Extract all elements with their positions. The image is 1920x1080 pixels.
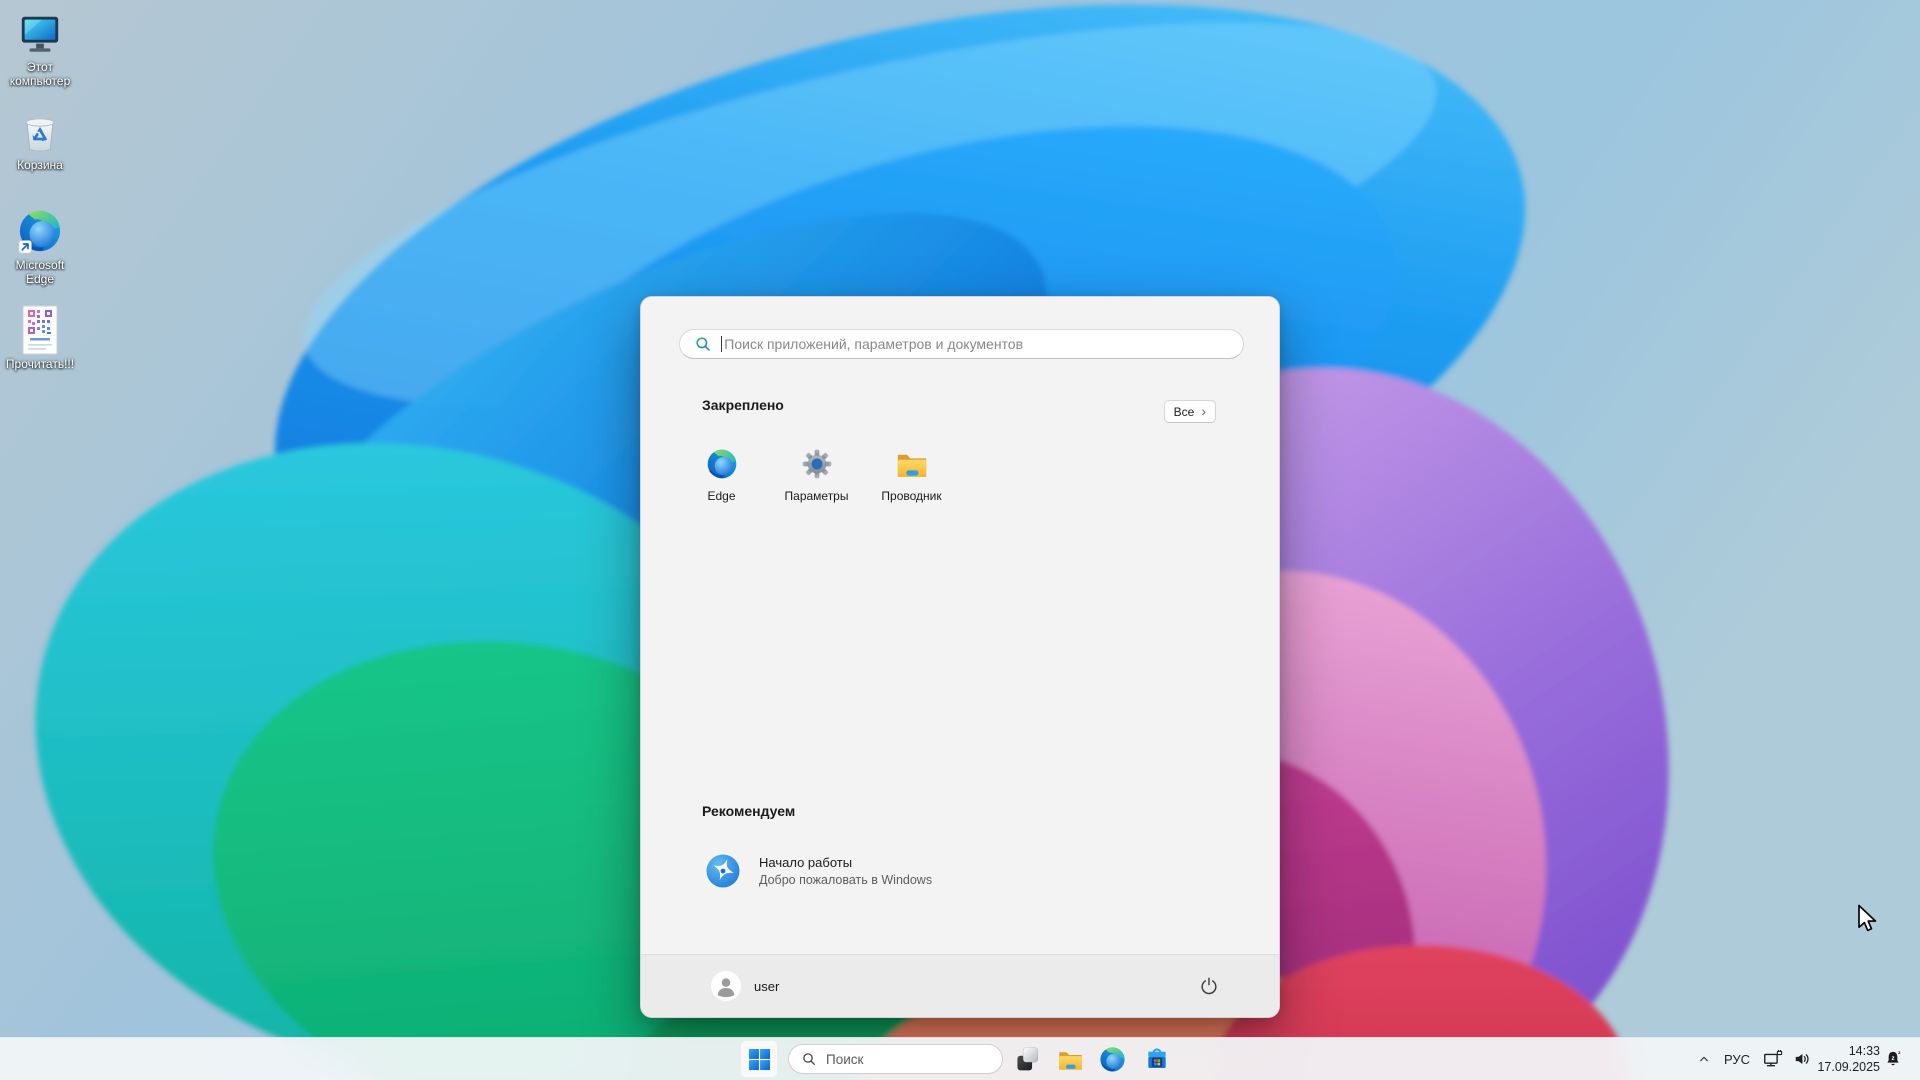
- pinned-app-label: Проводник: [881, 489, 941, 503]
- language-indicator[interactable]: РУС: [1718, 1041, 1756, 1077]
- this-pc-icon: [2, 6, 78, 58]
- pinned-app-settings[interactable]: Параметры: [769, 437, 864, 521]
- pinned-section-title: Закреплено: [702, 397, 784, 413]
- start-search-placeholder: Поиск приложений, параметров и документо…: [724, 336, 1023, 352]
- start-search-input[interactable]: Поиск приложений, параметров и документо…: [679, 329, 1244, 359]
- task-view-icon: [1015, 1046, 1041, 1072]
- folder-icon: [895, 448, 929, 480]
- chevron-right-icon: ›: [1201, 404, 1206, 418]
- search-icon: [801, 1051, 817, 1067]
- mouse-cursor: [1857, 904, 1879, 934]
- tray-date: 17.09.2025: [1817, 1059, 1880, 1076]
- search-icon: [694, 335, 712, 353]
- get-started-icon: [705, 853, 741, 889]
- svg-text:z: z: [1891, 1055, 1894, 1062]
- power-icon: [1199, 976, 1219, 996]
- pinned-app-label: Edge: [707, 489, 735, 503]
- file-explorer-button[interactable]: [1052, 1041, 1088, 1077]
- folder-icon: [1057, 1047, 1084, 1072]
- pinned-apps-row: Edge Парам: [674, 437, 959, 521]
- user-profile-button[interactable]: user: [703, 966, 787, 1006]
- recommended-item-get-started[interactable]: Начало работы Добро пожаловать в Windows: [689, 841, 1049, 901]
- taskbar: Поиск: [0, 1037, 1920, 1080]
- username-label: user: [754, 979, 779, 994]
- clock[interactable]: 14:33 17.09.2025: [1817, 1038, 1880, 1080]
- tray-time: 14:33: [1849, 1043, 1880, 1060]
- text-caret: [721, 336, 722, 352]
- desktop-icon-label: Корзина: [2, 159, 78, 173]
- chevron-up-icon: [1696, 1051, 1712, 1067]
- recommended-item-title: Начало работы: [759, 855, 932, 870]
- desktop-icon-this-pc[interactable]: Этот компьютер: [2, 6, 78, 89]
- edge-icon: [2, 204, 78, 256]
- desktop-screen: Этот компьютер Корзина: [0, 0, 1920, 1080]
- desktop-icon-label: Прочитать!!!: [2, 358, 78, 372]
- edge-button[interactable]: [1094, 1041, 1130, 1077]
- desktop-icon-label: Microsoft Edge: [2, 259, 78, 287]
- desktop-icon-edge[interactable]: Microsoft Edge: [2, 204, 78, 287]
- pinned-app-label: Параметры: [785, 489, 849, 503]
- edge-icon: [706, 448, 738, 480]
- ethernet-network-icon: [1762, 1048, 1784, 1070]
- store-icon: [1144, 1046, 1170, 1072]
- recommended-item-subtitle: Добро пожаловать в Windows: [759, 873, 932, 887]
- start-menu-panel: Поиск приложений, параметров и документо…: [640, 296, 1280, 1018]
- svg-text:z: z: [1898, 1050, 1901, 1055]
- start-button[interactable]: [740, 1040, 778, 1078]
- pinned-app-explorer[interactable]: Проводник: [864, 437, 959, 521]
- task-view-button[interactable]: [1010, 1041, 1046, 1077]
- readme-qr-file-icon: [2, 303, 78, 355]
- pinned-all-button[interactable]: Все ›: [1164, 400, 1216, 423]
- desktop-icon-recycle-bin[interactable]: Корзина: [2, 104, 78, 173]
- speaker-icon: [1792, 1049, 1812, 1069]
- avatar: [711, 971, 741, 1001]
- taskbar-search-box[interactable]: Поиск: [788, 1044, 1003, 1074]
- edge-icon: [1099, 1046, 1126, 1073]
- microsoft-store-button[interactable]: [1139, 1041, 1175, 1077]
- tray-overflow-button[interactable]: [1691, 1041, 1717, 1077]
- network-button[interactable]: [1759, 1041, 1787, 1077]
- gear-icon: [801, 448, 833, 480]
- power-button[interactable]: [1189, 966, 1229, 1006]
- start-menu-footer: user: [641, 954, 1279, 1017]
- recommended-section-title: Рекомендуем: [702, 803, 795, 819]
- desktop-icon-label: Этот компьютер: [2, 61, 78, 89]
- recycle-bin-icon: [2, 104, 78, 156]
- pinned-app-edge[interactable]: Edge: [674, 437, 769, 521]
- volume-button[interactable]: [1788, 1041, 1816, 1077]
- taskbar-search-placeholder: Поиск: [826, 1052, 863, 1067]
- notification-center-button[interactable]: z z: [1880, 1041, 1906, 1077]
- windows-logo-icon: [748, 1048, 771, 1071]
- desktop-icon-readme[interactable]: Прочитать!!!: [2, 303, 78, 372]
- bell-snooze-icon: z z: [1883, 1049, 1903, 1069]
